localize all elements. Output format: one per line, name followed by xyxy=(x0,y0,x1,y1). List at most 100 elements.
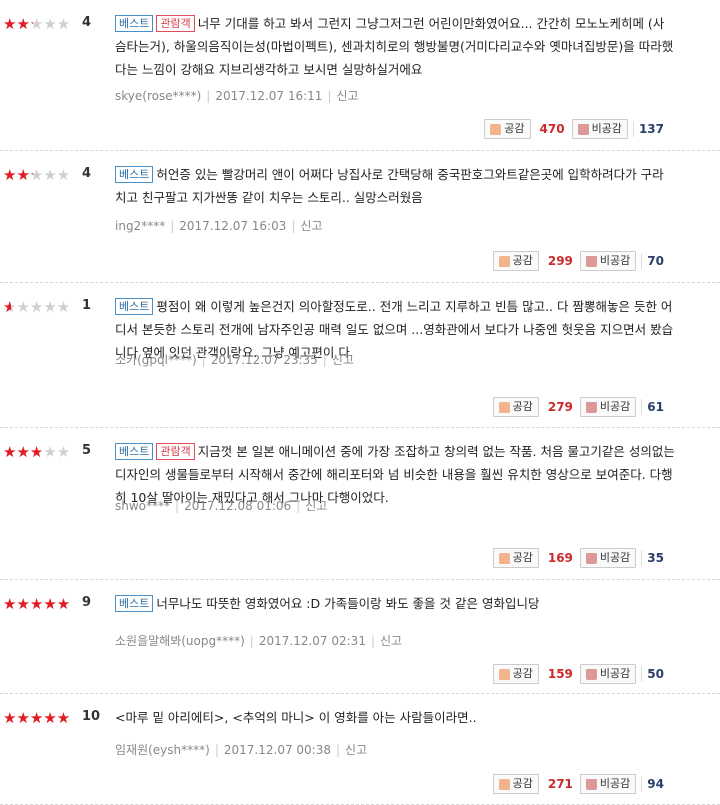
thumbs-down-icon xyxy=(585,255,597,267)
review-author[interactable]: 임재원(eysh****) xyxy=(115,743,210,757)
review-meta: skye(rose****) | 2017.12.07 16:11 | 신고 xyxy=(115,87,359,104)
review-score: 10 xyxy=(82,709,101,724)
star-rating: ★★★★★★★★★★ xyxy=(3,167,78,183)
audience-badge: 관람객 xyxy=(156,443,195,460)
thumbs-down-icon xyxy=(585,668,597,680)
count-divider xyxy=(641,776,643,792)
meta-divider: | xyxy=(214,743,219,757)
like-count: 299 xyxy=(547,254,573,268)
like-button[interactable]: 공감 xyxy=(492,548,539,568)
dislike-button[interactable]: 비공감 xyxy=(579,251,637,271)
like-count: 169 xyxy=(547,551,573,565)
count-divider xyxy=(641,550,643,566)
best-badge: 베스트 xyxy=(115,166,154,183)
review-date: 2017.12.07 16:03 xyxy=(179,219,287,233)
review-item: ★★★★★ ★★★★★ 9 베스트 너무나도 따뜻한 영화였어요 :D 가족들이랑 봐도… xyxy=(0,580,720,694)
dislike-button[interactable]: 비공감 xyxy=(579,548,637,568)
like-button[interactable]: 공감 xyxy=(492,774,539,794)
dislike-button[interactable]: 비공감 xyxy=(579,664,637,684)
like-label: 공감 xyxy=(512,400,533,413)
review-author[interactable]: skye(rose****) xyxy=(115,89,201,103)
dislike-button[interactable]: 비공감 xyxy=(579,774,637,794)
meta-divider: | xyxy=(322,353,327,367)
review-text: 너무 기대를 하고 봐서 그런지 그냥그저그런 어린이만화였어요... 간간히 … xyxy=(115,16,674,77)
meta-divider: | xyxy=(206,89,211,103)
meta-divider: | xyxy=(370,634,375,648)
star-rating-filled: ★★★★★ xyxy=(3,444,41,460)
dislike-button[interactable]: 비공감 xyxy=(579,397,637,417)
meta-divider: | xyxy=(201,353,206,367)
review-meta: 소카(gpql****) | 2017.12.07 23:35 | 신고 xyxy=(115,351,354,368)
thumbs-down-icon xyxy=(585,552,597,564)
dislike-count: 70 xyxy=(647,254,664,268)
thumbs-up-icon xyxy=(498,255,510,267)
meta-divider: | xyxy=(327,89,332,103)
review-author[interactable]: ing2**** xyxy=(115,219,165,233)
star-rating-filled: ★★★★★ xyxy=(3,596,71,612)
thumbs-up-icon xyxy=(498,401,510,413)
dislike-button[interactable]: 비공감 xyxy=(571,119,628,139)
thumbs-down-icon xyxy=(577,123,589,135)
like-count: 159 xyxy=(547,667,573,681)
dislike-label: 비공감 xyxy=(599,777,631,790)
count-divider xyxy=(641,253,643,269)
like-button[interactable]: 공감 xyxy=(492,397,539,417)
review-meta: shwo**** | 2017.12.08 01:06 | 신고 xyxy=(115,497,327,514)
report-link[interactable]: 신고 xyxy=(305,499,327,513)
meta-divider: | xyxy=(291,219,296,233)
report-link[interactable]: 신고 xyxy=(332,353,354,367)
review-score: 5 xyxy=(82,443,92,458)
like-button[interactable]: 공감 xyxy=(484,119,531,139)
best-badge: 베스트 xyxy=(115,595,154,612)
review-meta: ing2**** | 2017.12.07 16:03 | 신고 xyxy=(115,217,323,234)
review-text: <마루 밑 아리에티>, <추억의 마니> 이 영화를 아는 사람들이라면.. xyxy=(115,710,477,725)
report-link[interactable]: 신고 xyxy=(336,89,358,103)
review-meta: 소원을말해봐(uopg****) | 2017.12.07 02:31 | 신고 xyxy=(115,632,402,649)
review-date: 2017.12.07 23:35 xyxy=(210,353,318,367)
thumbs-up-icon xyxy=(498,668,510,680)
best-badge: 베스트 xyxy=(115,298,154,315)
report-link[interactable]: 신고 xyxy=(300,219,322,233)
meta-divider: | xyxy=(170,219,175,233)
star-rating-filled: ★★★★★ xyxy=(3,16,33,32)
like-label: 공감 xyxy=(504,122,525,135)
like-count: 470 xyxy=(539,122,565,136)
dislike-count: 94 xyxy=(647,777,664,791)
review-score: 4 xyxy=(82,166,92,181)
report-link[interactable]: 신고 xyxy=(345,743,367,757)
review-score: 9 xyxy=(82,595,92,610)
review-date: 2017.12.08 01:06 xyxy=(184,499,292,513)
review-body: <마루 밑 아리에티>, <추억의 마니> 이 영화를 아는 사람들이라면.. xyxy=(115,706,675,729)
audience-badge: 관람객 xyxy=(156,15,195,32)
review-item: ★★★★★★★★★★ 4 베스트관람객너무 기대를 하고 봐서 그런지 그냥그저그런… xyxy=(0,0,720,151)
review-score: 1 xyxy=(82,298,92,313)
dislike-count: 61 xyxy=(647,400,664,414)
review-date: 2017.12.07 00:38 xyxy=(223,743,331,757)
review-body: 베스트 관람객 너무 기대를 하고 봐서 그런지 그냥그저그런 어린이만화였어요..… xyxy=(115,12,675,81)
star-rating: ★★★★★★★★★★ xyxy=(3,710,78,726)
count-divider xyxy=(641,399,643,415)
star-rating-empty: ★★★★★ xyxy=(3,298,71,316)
review-text: 너무나도 따뜻한 영화였어요 :D 가족들이랑 봐도 좋을 것 같은 영화입니당 xyxy=(156,596,540,611)
report-link[interactable]: 신고 xyxy=(380,634,402,648)
review-item: ★★★★★★★★★★ 4 베스트허언증 있는 빨강머리 앤이 어쩌다 낭집사로 간택… xyxy=(0,151,720,283)
review-author[interactable]: shwo**** xyxy=(115,499,170,513)
dislike-label: 비공감 xyxy=(591,122,622,135)
like-button[interactable]: 공감 xyxy=(492,664,539,684)
star-rating: ★★★★★★★★★★ xyxy=(3,16,78,32)
review-list: ★★★★★★★★★★4베스트관람객너무 기대를 하고 봐서 그런지 그냥그저그런… xyxy=(0,0,720,805)
like-button[interactable]: 공감 xyxy=(492,251,539,271)
review-body: 베스트 허언증 있는 빨강머리 앤이 어쩌다 낭집사로 간택당해 중국판호그와트같… xyxy=(115,163,675,209)
review-meta: 임재원(eysh****) | 2017.12.07 00:38 | 신고 xyxy=(115,741,367,758)
review-actions: 공감 470 비공감 137 xyxy=(484,119,664,139)
meta-divider: | xyxy=(335,743,341,757)
count-divider xyxy=(641,666,643,682)
star-rating: ★★★★★★★★★★ xyxy=(3,444,78,460)
review-author[interactable]: 소카(gpql****) xyxy=(115,353,197,367)
thumbs-up-icon xyxy=(498,552,510,564)
meta-divider: | xyxy=(249,634,254,648)
review-author[interactable]: 소원을말해봐(uopg****) xyxy=(115,634,245,648)
like-count: 279 xyxy=(547,400,573,414)
review-item: ★★★★★★★★★★1베스트평점이 왜 이렇게 높은건지 의아할정도로.. 전개… xyxy=(0,283,720,428)
star-rating-filled: ★★★★★ xyxy=(3,710,71,726)
